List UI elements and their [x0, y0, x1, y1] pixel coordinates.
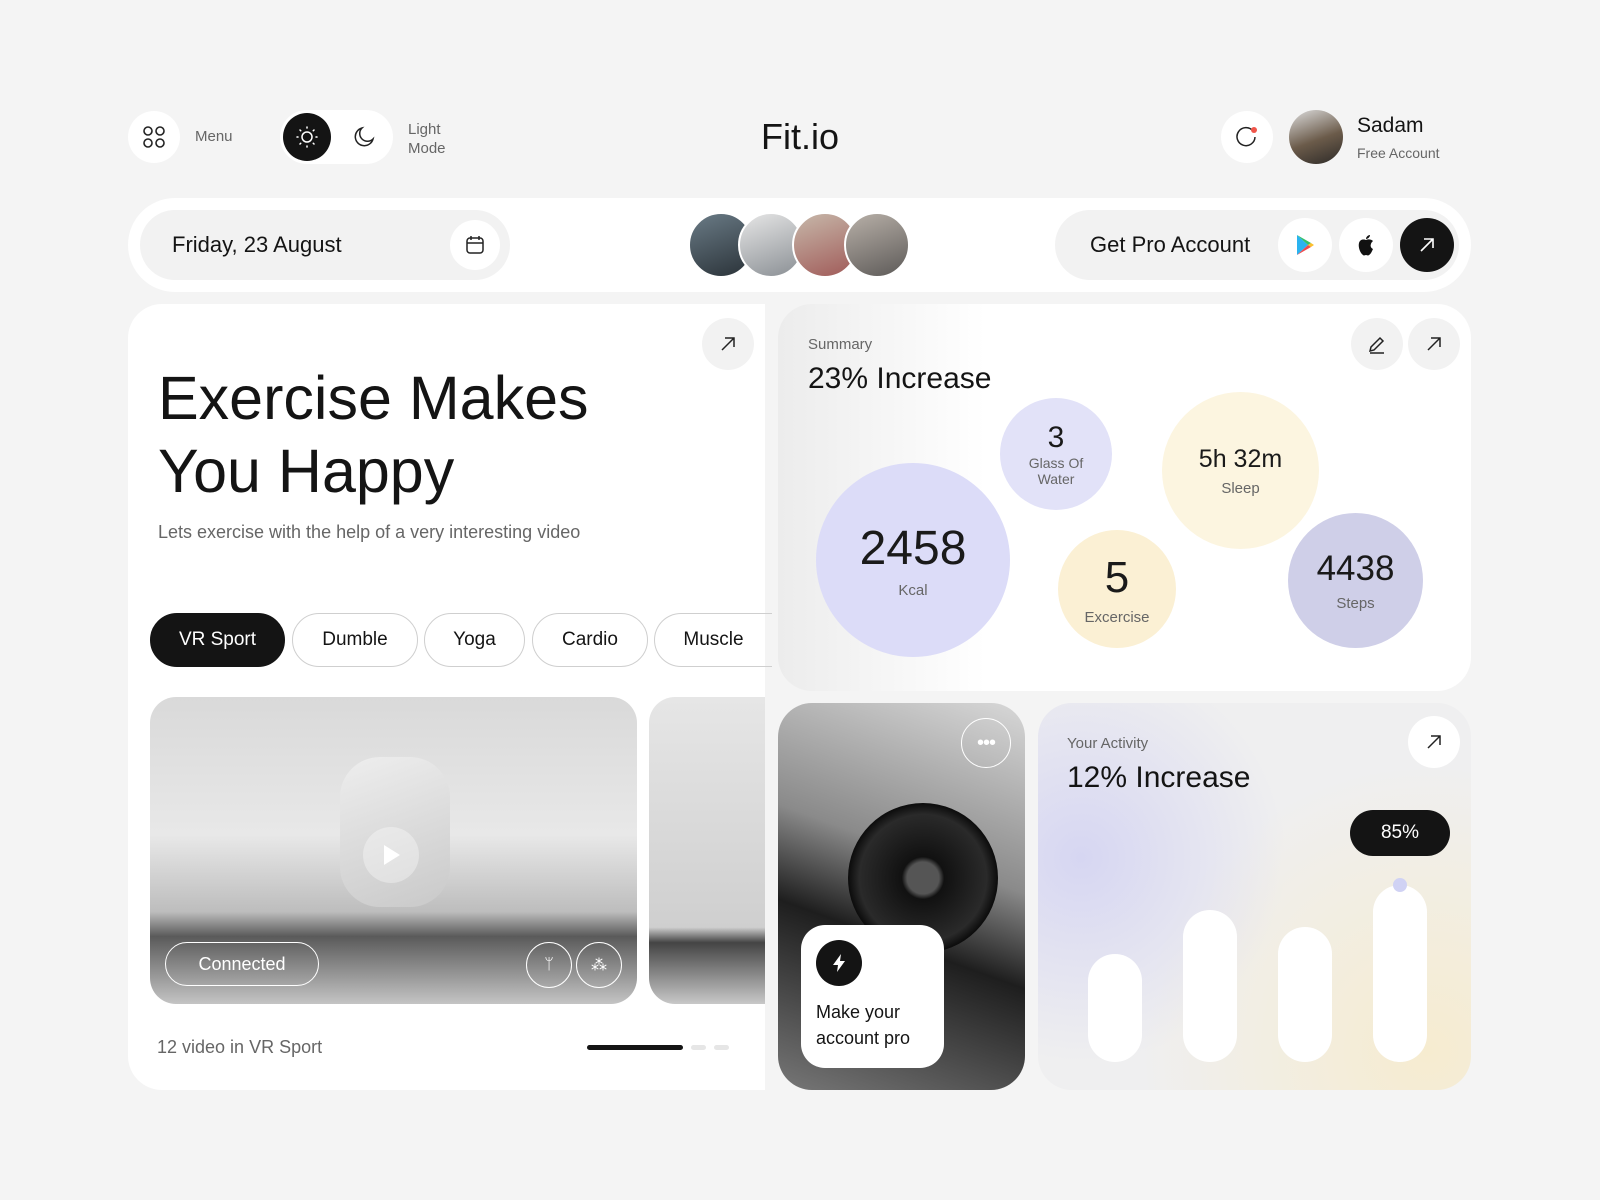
refresh-notification-icon	[1236, 126, 1257, 147]
apple-icon	[1358, 235, 1373, 256]
pro-account-bar: Get Pro Account	[1055, 210, 1459, 280]
category-muscle[interactable]: Muscle	[654, 613, 772, 667]
open-pro-button[interactable]	[1400, 218, 1454, 272]
video-thumbnail[interactable]: Connected ᛘ ⁂	[150, 697, 637, 1004]
google-play-button[interactable]	[1278, 218, 1332, 272]
hero-title: Exercise Makes You Happy	[158, 364, 589, 505]
google-play-icon	[1297, 235, 1314, 255]
connection-status[interactable]: Connected	[165, 942, 319, 986]
activity-bar[interactable]	[1183, 910, 1237, 1062]
carousel-indicator[interactable]	[691, 1045, 706, 1050]
exercise-stat: 5 Excercise	[1058, 530, 1176, 648]
lightning-icon	[816, 940, 862, 986]
notification-button[interactable]	[1221, 111, 1273, 163]
promo-card: ••• Make your account pro	[778, 703, 1025, 1090]
activity-label: Your Activity	[1067, 735, 1149, 752]
calendar-icon[interactable]	[450, 220, 500, 270]
promo-text: Make your account pro	[816, 1002, 911, 1048]
earbuds-icon[interactable]: ᛘ	[526, 942, 572, 988]
open-summary-button[interactable]	[1408, 318, 1460, 370]
carousel-indicator[interactable]	[714, 1045, 729, 1050]
network-icon[interactable]: ⁂	[576, 942, 622, 988]
avatar[interactable]	[844, 212, 910, 278]
video-count: 12 video in VR Sport	[157, 1037, 323, 1057]
water-stat: 3 Glass Of Water	[1000, 398, 1112, 510]
more-icon: •••	[976, 731, 996, 754]
open-activity-button[interactable]	[1408, 716, 1460, 768]
activity-bar[interactable]	[1278, 926, 1332, 1062]
arrow-up-right-icon	[1427, 337, 1441, 351]
hero-subtitle: Lets exercise with the help of a very in…	[158, 522, 581, 542]
carousel-indicator-active[interactable]	[587, 1045, 683, 1050]
highlight-tooltip: 85%	[1350, 810, 1450, 857]
pencil-icon	[1368, 336, 1385, 354]
activity-bar[interactable]	[1373, 885, 1427, 1062]
video-thumbnail-next[interactable]	[649, 697, 765, 1004]
app-store-button[interactable]	[1339, 218, 1393, 272]
user-plan: Free Account	[1357, 145, 1440, 161]
category-yoga[interactable]: Yoga	[424, 613, 525, 667]
activity-headline: 12% Increase	[1067, 761, 1251, 794]
edit-button[interactable]	[1351, 318, 1403, 370]
toolbar: Friday, 23 August Get Pro Account	[128, 198, 1471, 292]
category-vr-sport[interactable]: VR Sport	[150, 613, 285, 667]
user-name: Sadam	[1357, 114, 1424, 137]
play-button[interactable]	[363, 827, 419, 883]
activity-bar[interactable]	[1088, 953, 1142, 1062]
summary-card: Summary 23% Increase 2458 Kcal 3 Glass Of …	[778, 304, 1471, 691]
category-dumble[interactable]: Dumble	[292, 613, 418, 667]
avatar[interactable]	[1289, 110, 1343, 164]
community-avatars[interactable]	[688, 212, 918, 278]
more-button[interactable]: •••	[961, 718, 1011, 768]
pro-account-label: Get Pro Account	[1090, 232, 1251, 257]
arrow-up-right-icon	[721, 337, 735, 351]
sleep-stat: 5h 32m Sleep	[1162, 392, 1319, 549]
kcal-stat: 2458 Kcal	[816, 463, 1010, 657]
summary-label: Summary	[808, 336, 873, 353]
date-picker[interactable]: Friday, 23 August	[140, 210, 510, 280]
upgrade-prompt[interactable]: Make your account pro	[801, 925, 944, 1068]
activity-card: Your Activity 12% Increase 85%	[1038, 703, 1471, 1090]
category-cardio[interactable]: Cardio	[532, 613, 648, 667]
date-text: Friday, 23 August	[172, 232, 342, 257]
steps-stat: 4438 Steps	[1288, 513, 1423, 648]
arrow-up-right-icon	[1427, 735, 1441, 749]
summary-headline: 23% Increase	[808, 362, 992, 395]
play-icon	[384, 845, 400, 865]
open-exercise-button[interactable]	[702, 318, 754, 370]
arrow-up-right-icon	[1420, 238, 1434, 252]
